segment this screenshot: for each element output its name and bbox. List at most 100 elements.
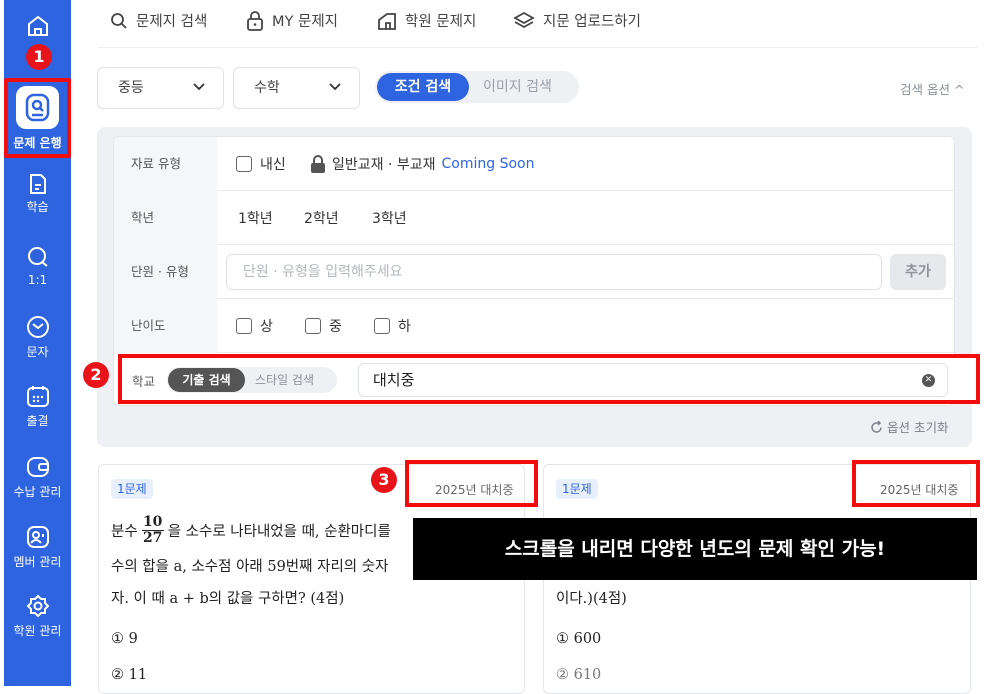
nav-upload-tab[interactable]: 지문 업로드하기 — [513, 10, 641, 31]
wallet-icon — [26, 457, 49, 477]
row-grade: 학년 1학년 2학년 3학년 — [114, 191, 954, 245]
top-navigation: 문제지 검색 MY 문제지 학원 문제지 지문 업로드하기 — [98, 0, 978, 48]
search-options-toggle[interactable]: 검색 옵션 ^ — [900, 79, 964, 98]
search-icon — [111, 12, 127, 29]
year-highlight-box — [852, 460, 980, 507]
sidebar-item-attendance[interactable]: 출결 — [4, 384, 71, 429]
annotation-badge-2: 2 — [83, 362, 109, 388]
question-text: 자. 이 때 a + b의 값을 구하면? (4점) — [111, 591, 345, 607]
sidebar-item-study[interactable]: 학습 — [4, 174, 71, 215]
year-highlight-box — [405, 460, 538, 507]
sidebar-item-label: 1:1 — [27, 273, 48, 287]
nav-academy-label: 학원 문제지 — [405, 14, 477, 30]
subject-dropdown[interactable]: 수학 — [233, 67, 360, 109]
sidebar-item-label: 멤버 관리 — [13, 555, 62, 569]
scroll-hint-banner: 스크롤을 내리면 다양한 년도의 문제 확인 가능! — [413, 518, 977, 580]
answer-option: ② 11 — [111, 667, 148, 683]
checkbox-label: 상 — [260, 319, 273, 335]
calendar-icon — [26, 386, 49, 407]
grade-option[interactable]: 3학년 — [372, 208, 407, 228]
add-unit-button[interactable]: 추가 — [890, 254, 946, 290]
grade-option[interactable]: 2학년 — [304, 208, 339, 228]
level-value: 중등 — [118, 80, 144, 96]
nav-my-tab[interactable]: MY 문제지 — [246, 10, 338, 31]
type-naesin-checkbox[interactable]: 내신 — [236, 154, 286, 174]
question-text: 을 소수로 나타내었을 때, 순환마디를 — [167, 524, 391, 540]
subject-value: 수학 — [254, 80, 280, 96]
row-label: 난이도 — [114, 299, 217, 353]
school-mode-toggle: 기출 검색 스타일 검색 — [167, 367, 337, 393]
style-search-tab[interactable]: 스타일 검색 — [255, 367, 314, 393]
fraction-denominator: 27 — [141, 530, 164, 546]
sidebar-item-label: 출결 — [26, 414, 49, 428]
nav-search-label: 문제지 검색 — [136, 14, 208, 30]
checkbox-box — [374, 318, 390, 334]
layers-icon — [513, 11, 535, 28]
chat-icon — [27, 247, 48, 267]
annotation-badge-1: 1 — [26, 44, 52, 70]
unit-search-input[interactable]: 단원 · 유형을 입력해주세요 — [226, 254, 882, 290]
reset-options-button[interactable]: 옵션 초기화 — [870, 417, 948, 436]
sidebar-item-label: 학습 — [26, 200, 49, 214]
difficulty-low-checkbox[interactable]: 하 — [374, 316, 411, 336]
checkbox-label: 중 — [329, 319, 342, 335]
checkbox-label: 하 — [398, 319, 411, 335]
past-exam-search-tab[interactable]: 기출 검색 — [168, 368, 245, 392]
sidebar-item-label: 문자 — [26, 345, 49, 359]
lock-icon — [247, 10, 263, 31]
nav-search-tab[interactable]: 문제지 검색 — [110, 10, 207, 31]
annotation-badge-3: 3 — [371, 467, 397, 493]
sidebar-item-label: 수납 관리 — [13, 485, 62, 499]
level-dropdown[interactable]: 중등 — [97, 67, 224, 109]
question-text-line: 분수 10 27 을 소수로 나타내었을 때, 순환마디를 — [111, 515, 391, 546]
sidebar-item-chat[interactable]: 1:1 — [4, 245, 71, 287]
sidebar-item-label: 문제 은행 — [13, 136, 62, 150]
chevron-down-icon — [193, 83, 205, 91]
fraction: 10 27 — [141, 515, 164, 546]
sidebar-item-message[interactable]: 문자 — [4, 315, 71, 360]
sidebar-item-payment[interactable]: 수납 관리 — [4, 455, 71, 500]
sidebar-item-academy[interactable]: 학원 관리 — [4, 594, 71, 639]
nav-my-label: MY 문제지 — [272, 14, 338, 30]
study-icon — [29, 174, 46, 194]
home-icon — [27, 15, 48, 36]
nav-academy-tab[interactable]: 학원 문제지 — [377, 10, 476, 31]
school-search-row: 학교 기출 검색 스타일 검색 대치중 ✕ — [118, 354, 980, 404]
answer-option: ① 600 — [556, 631, 602, 647]
grade-option[interactable]: 1학년 — [238, 208, 273, 228]
message-icon — [26, 316, 49, 338]
reset-label: 옵션 초기화 — [887, 420, 949, 435]
checkbox-box — [305, 318, 321, 334]
school-search-input[interactable]: 대치중 ✕ — [358, 363, 948, 397]
academy-icon — [378, 12, 396, 30]
clear-icon[interactable]: ✕ — [922, 374, 935, 387]
school-input-value: 대치중 — [373, 371, 415, 389]
type-locked-option: 일반교재 · 부교재 Coming Soon — [310, 154, 534, 174]
question-bank-icon — [25, 93, 50, 122]
checkbox-label: 내신 — [260, 157, 286, 173]
checkbox-box — [236, 318, 252, 334]
question-count-badge: 1문제 — [556, 479, 598, 499]
chevron-down-icon — [329, 83, 341, 91]
locked-label: 일반교재 · 부교재 — [332, 157, 436, 173]
condition-search-tab[interactable]: 조건 검색 — [377, 73, 469, 101]
question-count-badge: 1문제 — [111, 479, 153, 499]
difficulty-mid-checkbox[interactable]: 중 — [305, 316, 342, 336]
row-label: 학년 — [114, 191, 217, 245]
sidebar-item-question-bank[interactable]: 문제 은행 — [4, 78, 71, 158]
difficulty-high-checkbox[interactable]: 상 — [236, 316, 273, 336]
answer-option: ① 9 — [111, 631, 138, 647]
sidebar-item-member[interactable]: 멤버 관리 — [4, 525, 71, 570]
row-difficulty: 난이도 상 중 하 — [114, 299, 954, 353]
coming-soon-label: Coming Soon — [441, 156, 535, 172]
sidebar-item-home[interactable] — [4, 14, 71, 38]
refresh-icon — [871, 420, 882, 433]
question-text: 수의 합을 a, 소수점 아래 59번째 자리의 숫자 — [111, 559, 389, 575]
row-label: 자료 유형 — [114, 137, 217, 191]
row-unit: 단원 · 유형 단원 · 유형을 입력해주세요 추가 — [114, 245, 954, 299]
question-bank-icon-bg — [16, 86, 59, 129]
nav-upload-label: 지문 업로드하기 — [543, 14, 641, 30]
gear-icon — [26, 594, 49, 618]
image-search-tab[interactable]: 이미지 검색 — [483, 71, 552, 103]
checkbox-box — [236, 156, 252, 172]
